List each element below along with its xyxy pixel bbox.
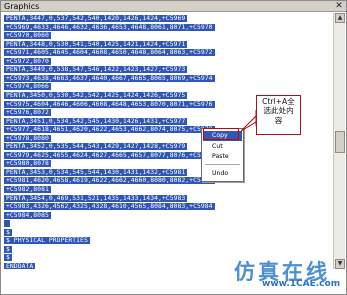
callout-line: 容: [274, 115, 283, 125]
editor-line: PENTA,3451,0,534,542,545,1430,1426,1431,…: [4, 116, 188, 125]
editor-line: $: [4, 253, 12, 262]
scroll-down-icon[interactable]: ▼: [335, 259, 345, 269]
callout-line: Ctrl+A全: [262, 97, 295, 106]
window-title: Graphics: [4, 2, 40, 11]
editor-line: +C5970,8060: [4, 31, 51, 40]
text-editor[interactable]: PENTA,3447,0,537,542,540,1420,1426,1424,…: [2, 13, 332, 269]
editor-line: ENDDATA: [4, 261, 36, 269]
editor-line: +C5977,4618,4651,4620,4622,4653,4662,807…: [4, 125, 215, 134]
editor-line: PENTA,3448,0,530,541,540,1425,1421,1424,…: [4, 39, 188, 48]
graphics-window: Graphics ✕ PENTA,3447,0,537,542,540,1420…: [0, 0, 347, 295]
editor-line: +C5983,4326,4562,4325,4328,4610,4565,808…: [4, 202, 215, 211]
copy-highlight-box: [203, 128, 239, 140]
editor-line: +C5980,8078: [4, 159, 51, 168]
editor-line: +C5982,8081: [4, 185, 51, 193]
menu-separator: [205, 164, 240, 165]
editor-line: +C5973,4638,4663,4637,4640,4667,4665,806…: [4, 73, 215, 82]
editor-line: +C5976,8072: [4, 108, 51, 117]
editor-line: +C5978,8080: [4, 133, 51, 142]
title-bar: Graphics ✕: [1, 1, 346, 12]
editor-line: +C5974,8066: [4, 82, 51, 91]
menu-item-cut[interactable]: Cut: [203, 142, 242, 152]
menu-item-undo[interactable]: Undo: [203, 169, 242, 179]
editor-line: +C5979,4625,4655,4624,4627,4665,4657,807…: [4, 150, 215, 159]
editor-line: +C5975,4604,4646,4606,4608,4648,4653,807…: [4, 99, 215, 108]
callout-line: 选此处内: [263, 106, 294, 116]
editor-line: PENTA,3453,0,534,545,544,1430,1431,1432,…: [4, 167, 188, 176]
annotation-callout: Ctrl+A全 选此处内 容: [256, 95, 301, 135]
editor-line: $ PHYSICAL PROPERTIES: [4, 236, 90, 245]
callout-arrow-icon: [241, 110, 257, 132]
watermark-url: www.1CAE.com: [262, 279, 341, 289]
editor-line: +C5971,4605,4645,4604,4608,4650,4648,806…: [4, 48, 215, 57]
editor-line: +C5984,8085: [4, 210, 51, 219]
editor-line: $: [4, 244, 12, 253]
editor-line: $: [4, 227, 12, 236]
editor-line: PENTA,3450,0,530,542,542,1425,1424,1426,…: [4, 90, 188, 99]
editor-line: +C5981,4620,4658,4619,4622,4662,4660,808…: [4, 176, 215, 185]
vertical-scrollbar[interactable]: ▲ ▼: [333, 13, 345, 269]
menu-item-paste[interactable]: Paste: [203, 152, 242, 162]
editor-line: [4, 220, 10, 228]
editor-line: PENTA,3452,0,535,544,543,1429,1427,1428,…: [4, 142, 188, 151]
editor-line: PENTA,3447,0,537,542,540,1420,1426,1424,…: [4, 14, 188, 22]
editor-line: +C5969,4633,4646,4632,4636,4653,4648,806…: [4, 22, 215, 31]
editor-line: PENTA,3454,0,469,531,521,1435,1433,1434,…: [4, 193, 188, 202]
scroll-up-icon[interactable]: ▲: [335, 13, 345, 23]
editor-line: +C5972,8070: [4, 56, 51, 65]
close-icon[interactable]: ✕: [334, 1, 344, 11]
scroll-thumb[interactable]: [335, 131, 345, 153]
editor-line: PENTA,3449,0,538,547,546,1422,1423,1427,…: [4, 65, 188, 74]
